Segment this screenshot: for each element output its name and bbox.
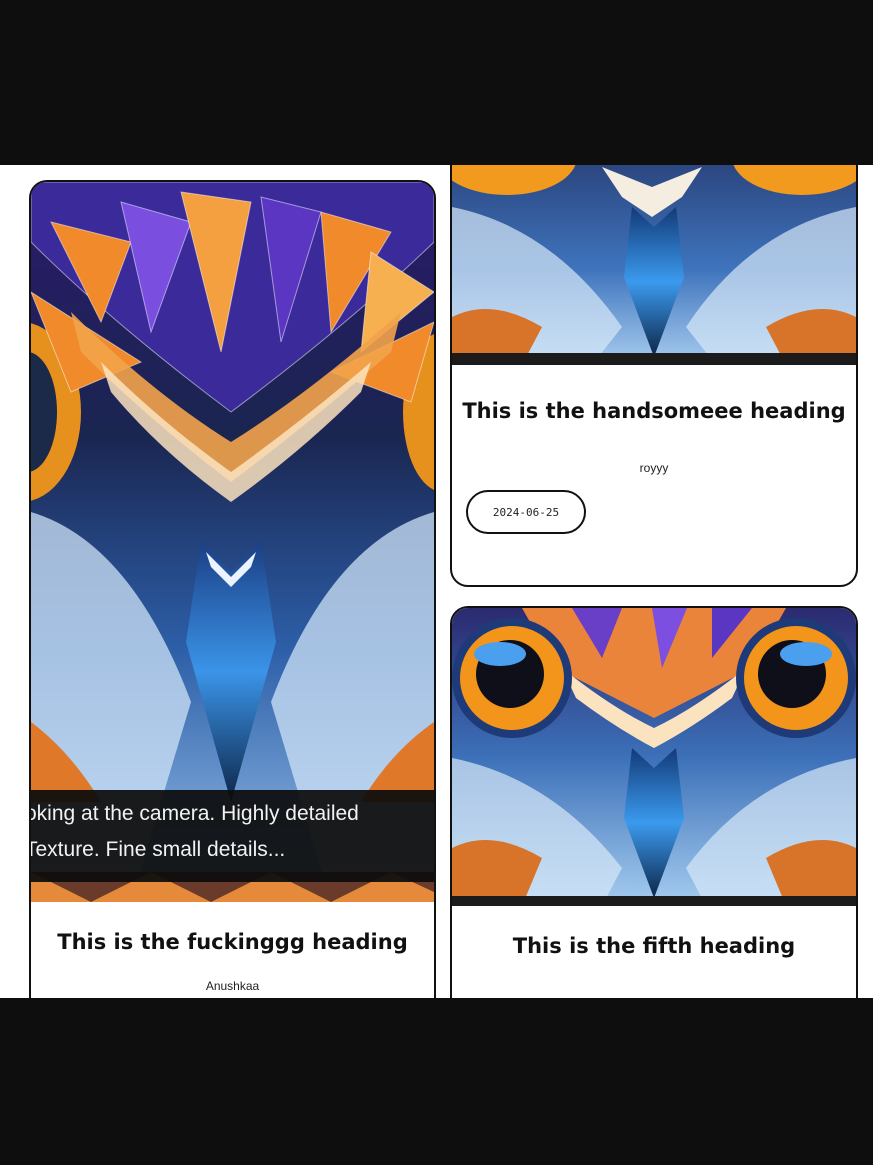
card-author: royyy (639, 461, 669, 475)
post-card-1[interactable]: oking at the camera. Highly detailed Tex… (29, 180, 436, 998)
card-heading: This is the fuckinggg heading (57, 930, 408, 954)
card-heading: This is the fifth heading (512, 934, 796, 958)
top-black-bar (0, 0, 873, 165)
post-card-3[interactable]: This is the fifth heading (450, 606, 858, 998)
card-grid: oking at the camera. Highly detailed Tex… (0, 165, 873, 998)
date-badge[interactable]: 2024-06-25 (466, 490, 586, 534)
post-card-2[interactable]: This is the handsomeee heading royyy 202… (450, 165, 858, 587)
card-author: Anushkaa (205, 979, 260, 993)
caption-line-1: oking at the camera. Highly detailed (31, 802, 359, 825)
caption-line-2: Texture. Fine small details... (31, 838, 286, 861)
owl-eyes-image (452, 608, 856, 906)
image-caption: oking at the camera. Highly detailed Tex… (31, 790, 434, 882)
owl-feather-image (452, 165, 856, 365)
bottom-black-bar (0, 998, 873, 1165)
card-heading: This is the handsomeee heading (462, 399, 846, 423)
